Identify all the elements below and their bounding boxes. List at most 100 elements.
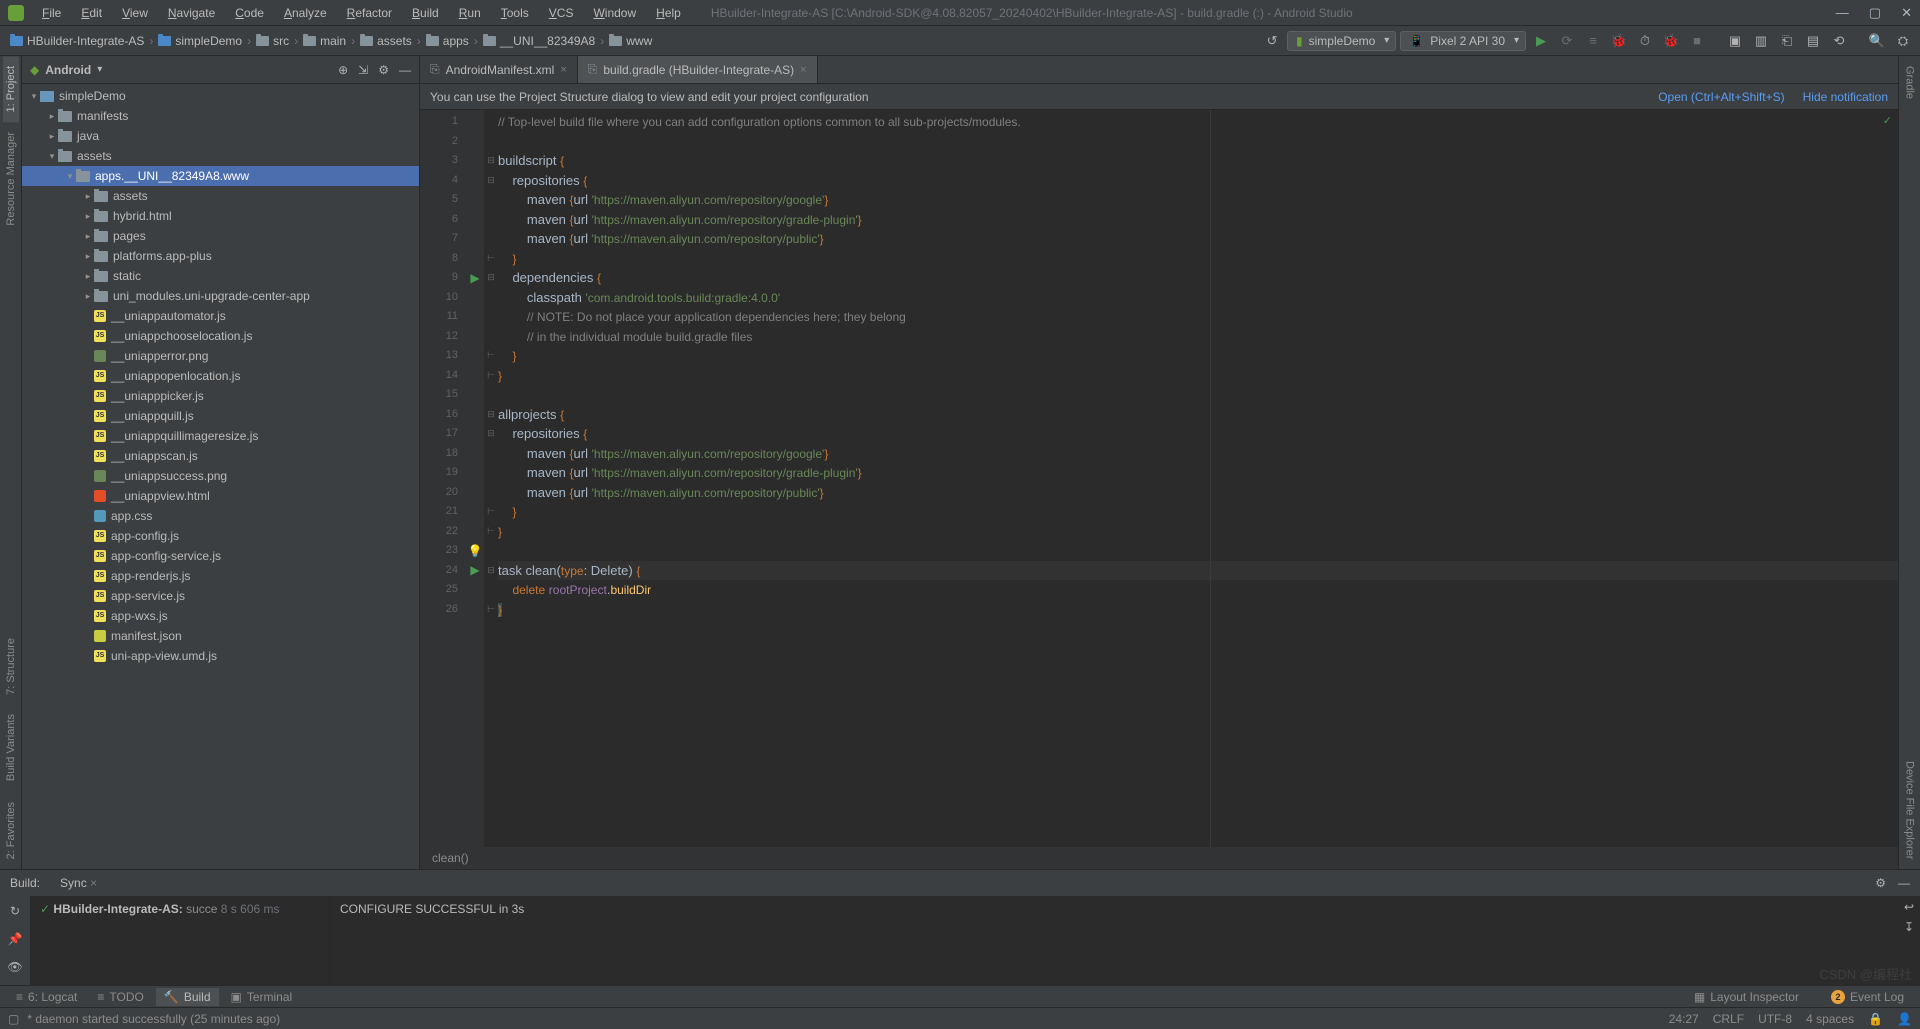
- fold-toggle[interactable]: ⊢: [484, 249, 498, 269]
- fold-toggle[interactable]: [484, 327, 498, 347]
- expand-icon[interactable]: ▸: [82, 271, 94, 282]
- code-line-24[interactable]: task clean(type: Delete) {: [498, 561, 1898, 581]
- expand-icon[interactable]: ▾: [46, 151, 58, 162]
- minimize-icon[interactable]: —: [1836, 5, 1849, 21]
- pin-icon[interactable]: 📌: [8, 932, 23, 946]
- sdk-icon[interactable]: ▥: [1750, 30, 1772, 52]
- fold-column[interactable]: ⊟⊟⊢⊟⊢⊢⊟⊟⊢⊢⊟⊢: [484, 110, 498, 847]
- tree-file-4[interactable]: __uniapppicker.js: [22, 386, 419, 406]
- tool-tab-build-variants[interactable]: Build Variants: [3, 704, 19, 791]
- code-line-19[interactable]: maven {url 'https://maven.aliyun.com/rep…: [498, 463, 1898, 483]
- close-tab-icon[interactable]: ×: [800, 64, 806, 76]
- code-line-22[interactable]: }: [498, 522, 1898, 542]
- tree-file-17[interactable]: uni-app-view.umd.js: [22, 646, 419, 666]
- attach-debugger-icon[interactable]: 🐞: [1660, 30, 1682, 52]
- code-line-2[interactable]: [498, 132, 1898, 152]
- fold-toggle[interactable]: ⊟: [484, 268, 498, 288]
- tree-file-0[interactable]: __uniappautomator.js: [22, 306, 419, 326]
- breadcrumb-4[interactable]: assets: [356, 34, 416, 48]
- project-view-selector[interactable]: Android: [45, 63, 91, 77]
- code-line-8[interactable]: }: [498, 249, 1898, 269]
- fold-toggle[interactable]: [484, 307, 498, 327]
- fold-toggle[interactable]: ⊢: [484, 346, 498, 366]
- intention-bulb-icon[interactable]: 💡: [468, 544, 483, 558]
- tool-tab-device-file-explorer[interactable]: Device File Explorer: [1902, 751, 1918, 869]
- run-icon[interactable]: ▶: [1530, 30, 1552, 52]
- expand-icon[interactable]: ▸: [82, 191, 94, 202]
- tree-file-6[interactable]: __uniappquillimageresize.js: [22, 426, 419, 446]
- code-editor[interactable]: 1234567891011121314151617181920212223242…: [420, 110, 1898, 847]
- tool-tab-project[interactable]: 1: Project: [3, 56, 19, 122]
- fold-toggle[interactable]: [484, 385, 498, 405]
- code-line-26[interactable]: }: [498, 600, 1898, 620]
- tree-manifests[interactable]: ▸manifests: [22, 106, 419, 126]
- profiler-icon[interactable]: ⏱: [1634, 30, 1656, 52]
- tree-uni-modules[interactable]: ▸uni_modules.uni-upgrade-center-app: [22, 286, 419, 306]
- fold-toggle[interactable]: [484, 483, 498, 503]
- tree-apps-www[interactable]: ▾apps.__UNI__82349A8.www: [22, 166, 419, 186]
- sync-tab[interactable]: Sync ×: [52, 874, 105, 892]
- fold-toggle[interactable]: [484, 580, 498, 600]
- hide-notification-link[interactable]: Hide notification: [1803, 90, 1888, 104]
- tree-static[interactable]: ▸static: [22, 266, 419, 286]
- code-line-9[interactable]: dependencies {: [498, 268, 1898, 288]
- tree-file-15[interactable]: app-wxs.js: [22, 606, 419, 626]
- device-combo[interactable]: 📱Pixel 2 API 30: [1400, 31, 1526, 51]
- fold-toggle[interactable]: [484, 444, 498, 464]
- code-line-16[interactable]: allprojects {: [498, 405, 1898, 425]
- apply-changes-icon[interactable]: ⟳: [1556, 30, 1578, 52]
- close-icon[interactable]: ✕: [1901, 5, 1912, 21]
- expand-all-icon[interactable]: ⇲: [358, 63, 368, 77]
- breadcrumb-7[interactable]: www: [605, 34, 656, 48]
- tree-file-8[interactable]: __uniappsuccess.png: [22, 466, 419, 486]
- code-line-5[interactable]: maven {url 'https://maven.aliyun.com/rep…: [498, 190, 1898, 210]
- code-line-1[interactable]: // Top-level build file where you can ad…: [498, 112, 1898, 132]
- run-config-combo[interactable]: ▮simpleDemo: [1287, 31, 1396, 51]
- gradle-sync-icon[interactable]: ⟲: [1828, 30, 1850, 52]
- build-tree[interactable]: ✓ HBuilder-Integrate-AS: succe 8 s 606 m…: [30, 896, 330, 985]
- tree-assets[interactable]: ▾assets: [22, 146, 419, 166]
- code-line-3[interactable]: buildscript {: [498, 151, 1898, 171]
- fold-toggle[interactable]: [484, 112, 498, 132]
- tree-root[interactable]: ▾simpleDemo: [22, 86, 419, 106]
- code-line-17[interactable]: repositories {: [498, 424, 1898, 444]
- tree-file-11[interactable]: app-config.js: [22, 526, 419, 546]
- show-icon[interactable]: 👁: [7, 960, 22, 974]
- code-line-11[interactable]: // NOTE: Do not place your application d…: [498, 307, 1898, 327]
- search-icon[interactable]: 🔍: [1866, 30, 1888, 52]
- tree-assets2[interactable]: ▸assets: [22, 186, 419, 206]
- resource-manager-icon[interactable]: ⎗: [1776, 30, 1798, 52]
- fold-toggle[interactable]: ⊟: [484, 405, 498, 425]
- code-line-10[interactable]: classpath 'com.android.tools.build:gradl…: [498, 288, 1898, 308]
- run-gutter-icon[interactable]: ▶: [470, 271, 479, 285]
- tree-file-9[interactable]: __uniappview.html: [22, 486, 419, 506]
- breadcrumb-2[interactable]: src: [252, 34, 293, 48]
- stop-icon[interactable]: ■: [1686, 30, 1708, 52]
- tree-file-7[interactable]: __uniappscan.js: [22, 446, 419, 466]
- expand-icon[interactable]: ▾: [28, 91, 40, 102]
- fold-toggle[interactable]: [484, 288, 498, 308]
- fold-toggle[interactable]: ⊟: [484, 424, 498, 444]
- sync-icon[interactable]: ↺: [1261, 30, 1283, 52]
- fold-toggle[interactable]: ⊟: [484, 561, 498, 581]
- tool-tab-structure[interactable]: 7: Structure: [3, 628, 19, 705]
- inspections-icon[interactable]: 👤: [1897, 1012, 1912, 1026]
- tree-java[interactable]: ▸java: [22, 126, 419, 146]
- code-line-15[interactable]: [498, 385, 1898, 405]
- tree-file-5[interactable]: __uniappquill.js: [22, 406, 419, 426]
- fold-toggle[interactable]: [484, 190, 498, 210]
- gear-icon[interactable]: ⚙: [378, 63, 389, 77]
- build-hide-icon[interactable]: —: [1898, 876, 1910, 890]
- breadcrumb-5[interactable]: apps: [422, 34, 473, 48]
- apply-code-icon[interactable]: ≡: [1582, 30, 1604, 52]
- expand-icon[interactable]: ▸: [82, 251, 94, 262]
- build-output[interactable]: CONFIGURE SUCCESSFUL in 3s ↩ ↧ CSDN @编程社: [330, 896, 1920, 985]
- code-line-23[interactable]: [498, 541, 1898, 561]
- indent-settings[interactable]: 4 spaces: [1806, 1012, 1854, 1026]
- fold-toggle[interactable]: ⊟: [484, 171, 498, 191]
- expand-icon[interactable]: ▸: [82, 291, 94, 302]
- fold-toggle[interactable]: ⊢: [484, 600, 498, 620]
- menu-edit[interactable]: Edit: [71, 6, 112, 20]
- layout-inspector-icon[interactable]: ▤: [1802, 30, 1824, 52]
- tree-file-3[interactable]: __uniappopenlocation.js: [22, 366, 419, 386]
